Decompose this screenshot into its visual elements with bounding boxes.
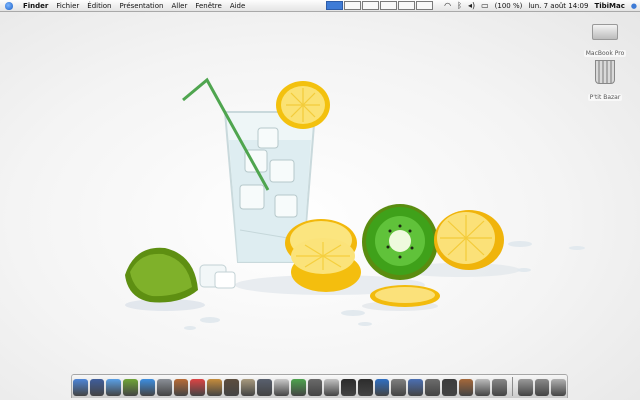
preview-icon[interactable] xyxy=(240,379,256,396)
status-area: ◠ ᛒ ◂) ▭ (100 %) lun. 7 août 14:09 TibiM… xyxy=(325,0,640,11)
desktop-icon-macbook-pro[interactable]: MacBook Pro xyxy=(575,18,635,59)
space-6[interactable] xyxy=(416,1,434,10)
trash-icon[interactable] xyxy=(551,379,567,396)
desktop-icon-label: P'tit Bazar xyxy=(587,94,623,101)
photo-icon[interactable] xyxy=(274,379,289,396)
kiwi-half-left xyxy=(125,247,198,303)
lemon-half-right xyxy=(434,210,504,270)
menu-aide[interactable]: Aide xyxy=(226,2,249,10)
space-3[interactable] xyxy=(362,1,380,10)
safari-icon[interactable] xyxy=(139,379,155,396)
menu-finder[interactable]: Finder xyxy=(19,2,52,10)
space-2[interactable] xyxy=(344,1,362,10)
utilities-icon[interactable] xyxy=(458,379,474,396)
tools-icon[interactable] xyxy=(492,379,507,396)
network-icon[interactable] xyxy=(441,379,457,396)
dock xyxy=(71,374,568,398)
utilities-stack-icon[interactable] xyxy=(534,379,550,396)
battery-icon[interactable]: ▭ xyxy=(481,1,489,10)
terminal-icon[interactable] xyxy=(424,379,440,396)
text-editor-icon[interactable] xyxy=(257,379,273,396)
lemon-slice-flat xyxy=(370,285,440,307)
apple-store-icon[interactable] xyxy=(475,379,491,396)
iphoto-icon[interactable] xyxy=(307,379,323,396)
mail-icon[interactable] xyxy=(156,379,172,396)
quicktime-icon[interactable] xyxy=(341,379,356,396)
apple-icon[interactable] xyxy=(5,1,13,10)
volume-icon[interactable]: ◂) xyxy=(468,1,475,10)
wifi-icon[interactable]: ◠ xyxy=(444,1,451,10)
dvd-player-icon[interactable] xyxy=(357,379,373,396)
lemon-slice-on-glass xyxy=(276,81,330,129)
imovie-icon[interactable] xyxy=(324,379,340,396)
itunes-icon[interactable] xyxy=(290,379,306,396)
activity-monitor-icon[interactable] xyxy=(408,379,423,396)
menu-aller[interactable]: Aller xyxy=(167,2,191,10)
dictionary-icon[interactable] xyxy=(223,379,239,396)
adium-icon[interactable] xyxy=(123,379,138,396)
user-menu[interactable]: TibiMac xyxy=(594,2,624,10)
bluetooth-icon[interactable]: ᛒ xyxy=(457,1,462,10)
space-1[interactable] xyxy=(326,1,344,10)
space-5[interactable] xyxy=(398,1,416,10)
menu-bar: Finder Fichier Édition Présentation Alle… xyxy=(0,0,640,12)
spaces-switcher[interactable] xyxy=(325,1,434,10)
finder-icon[interactable] xyxy=(72,379,88,396)
menu-presentation[interactable]: Présentation xyxy=(116,2,168,10)
ichat-icon[interactable] xyxy=(106,379,122,396)
notes-icon[interactable] xyxy=(207,379,222,396)
applications-stack-icon[interactable] xyxy=(517,379,533,396)
dashboard-icon[interactable] xyxy=(89,379,105,396)
kiwi-half-right xyxy=(362,204,438,280)
system-preferences-icon[interactable] xyxy=(391,379,407,396)
space-4[interactable] xyxy=(380,1,398,10)
desktop-icon-ptit-bazar[interactable]: P'tit Bazar xyxy=(575,60,635,103)
ical-icon[interactable] xyxy=(190,379,206,396)
battery-percent[interactable]: (100 %) xyxy=(495,2,523,10)
spotlight-icon[interactable]: ● xyxy=(631,2,637,10)
wallpaper xyxy=(125,77,585,330)
address-book-icon[interactable] xyxy=(173,379,189,396)
desktop-icon-label: MacBook Pro xyxy=(583,50,627,57)
hard-drive-icon xyxy=(592,24,618,40)
itunes-music-icon[interactable] xyxy=(374,379,390,396)
menu-fichier[interactable]: Fichier xyxy=(52,2,83,10)
menu-edition[interactable]: Édition xyxy=(83,2,115,10)
menu-clock[interactable]: lun. 7 août 14:09 xyxy=(528,2,588,10)
trash-icon xyxy=(595,60,615,84)
menu-fenetre[interactable]: Fenêtre xyxy=(191,2,225,10)
dock-separator[interactable] xyxy=(511,377,513,396)
